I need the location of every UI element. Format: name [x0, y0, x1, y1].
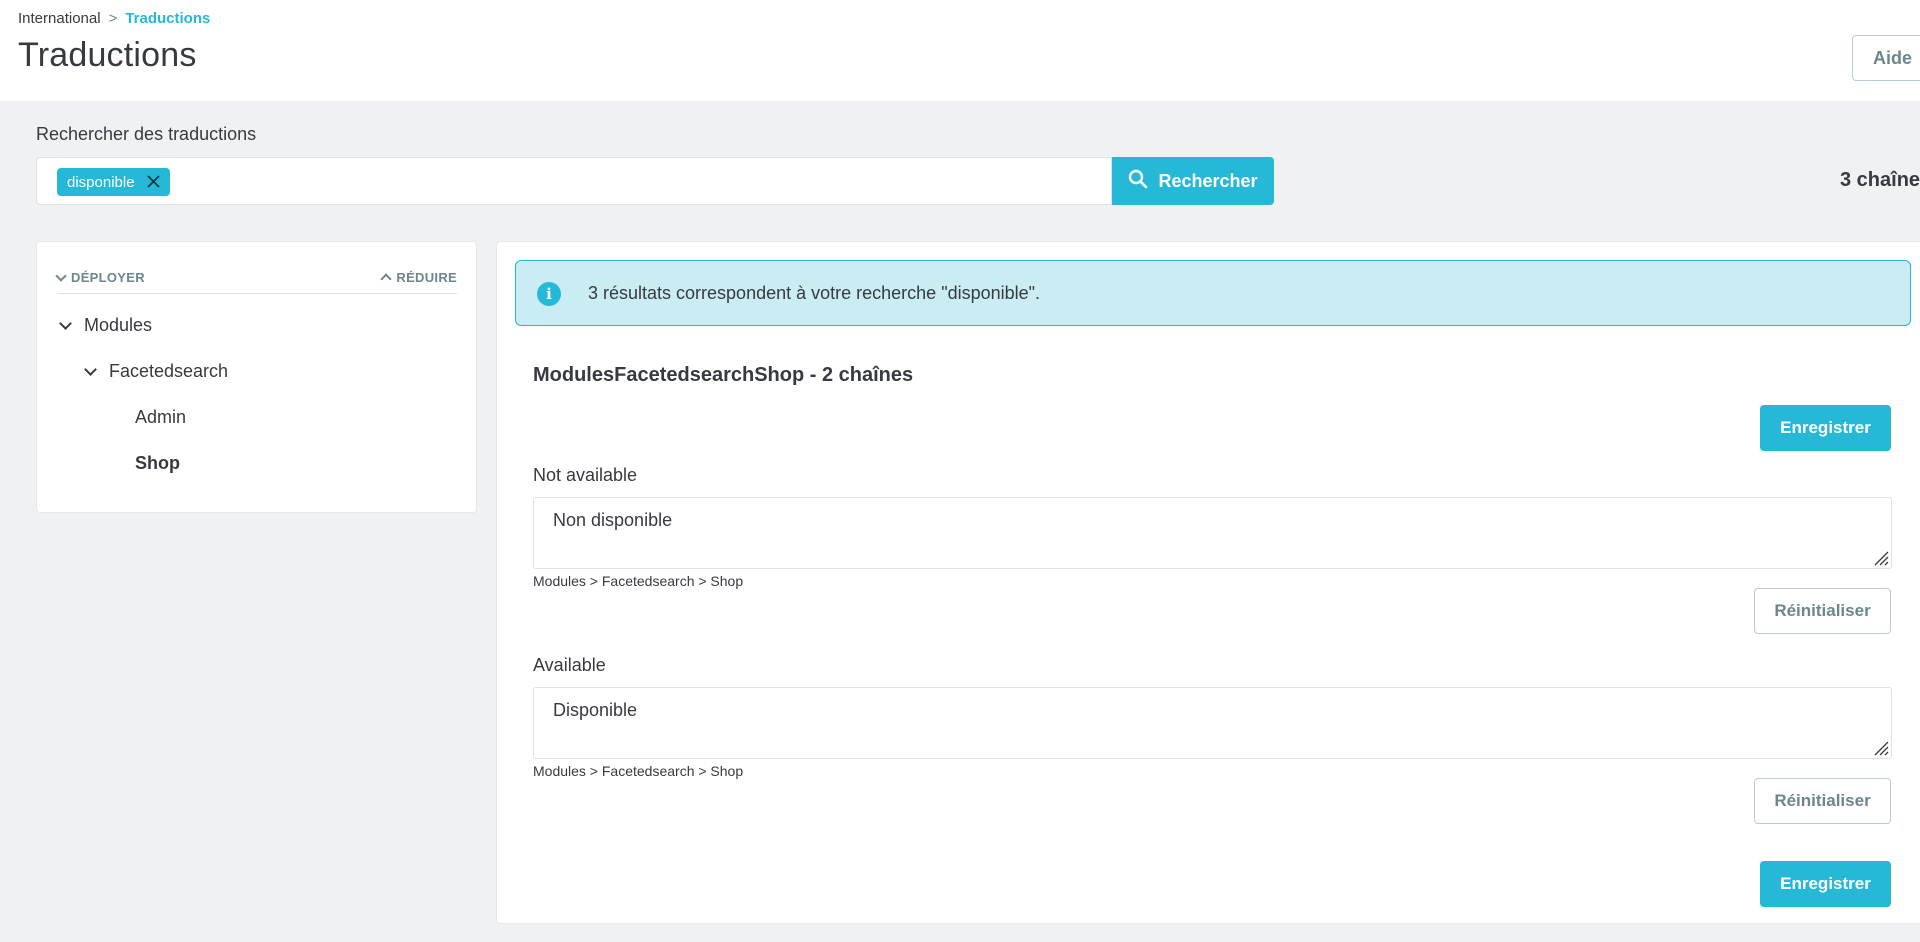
translation-textarea-available[interactable]: Disponible — [533, 687, 1892, 759]
tree-item-label: Facetedsearch — [109, 361, 229, 381]
breadcrumb: International > Traductions — [18, 8, 210, 28]
expand-all-label: DÉPLOYER — [71, 270, 145, 285]
expand-all-button[interactable]: DÉPLOYER — [55, 269, 145, 285]
page-header: International > Traductions Traductions … — [0, 0, 1920, 101]
chevron-down-icon — [84, 363, 97, 376]
translation-tree-panel: DÉPLOYER RÉDUIRE Modules Facetedsearch A… — [36, 241, 477, 513]
field-path: Modules > Facetedsearch > Shop — [533, 763, 744, 779]
search-button-label: Rechercher — [1158, 170, 1258, 191]
translations-panel: i 3 résultats correspondent à votre rech… — [496, 241, 1920, 924]
search-icon — [1128, 169, 1148, 194]
search-tag-label: disponible — [67, 173, 135, 191]
chevron-down-icon — [59, 317, 72, 330]
resize-grip-icon[interactable] — [1871, 738, 1889, 756]
save-button-bottom[interactable]: Enregistrer — [1760, 861, 1891, 907]
tree-item-label: Modules — [84, 315, 153, 335]
search-button[interactable]: Rechercher — [1112, 157, 1274, 205]
collapse-all-button[interactable]: RÉDUIRE — [380, 270, 457, 285]
search-input[interactable]: disponible — [36, 157, 1112, 205]
section-title: ModulesFacetedsearchShop - 2 chaînes — [533, 364, 914, 386]
chevron-up-icon — [380, 273, 393, 285]
field-path: Modules > Facetedsearch > Shop — [533, 573, 744, 589]
search-label: Rechercher des traductions — [36, 124, 257, 144]
info-icon: i — [537, 282, 561, 306]
field-label-available: Available — [533, 655, 606, 675]
field-label-not-available: Not available — [533, 465, 638, 485]
alert-message: 3 résultats correspondent à votre recher… — [588, 283, 1041, 303]
save-button-top[interactable]: Enregistrer — [1760, 405, 1891, 451]
info-alert: i 3 résultats correspondent à votre rech… — [515, 260, 1911, 326]
tree-item-label: Shop — [135, 453, 180, 473]
result-count: 3 chaînes — [1840, 169, 1920, 191]
tree-item-shop[interactable]: Shop — [135, 453, 180, 474]
tree-item-facetedsearch[interactable]: Facetedsearch — [84, 361, 229, 382]
breadcrumb-item-international[interactable]: International — [18, 10, 101, 27]
close-icon[interactable] — [146, 172, 160, 192]
reset-button[interactable]: Réinitialiser — [1754, 778, 1891, 824]
help-button[interactable]: Aide — [1852, 35, 1920, 81]
translation-textarea-not-available[interactable]: Non disponible — [533, 497, 1892, 569]
tree-item-modules[interactable]: Modules — [59, 315, 153, 336]
chevron-down-icon — [55, 269, 67, 282]
collapse-all-label: RÉDUIRE — [396, 270, 457, 285]
translation-value: Non disponible — [553, 510, 673, 530]
search-tag: disponible — [57, 168, 170, 196]
breadcrumb-separator: > — [108, 9, 118, 27]
tree-item-admin[interactable]: Admin — [135, 407, 186, 428]
reset-button[interactable]: Réinitialiser — [1754, 588, 1891, 634]
page-title: Traductions — [18, 36, 197, 74]
tree-actions: DÉPLOYER RÉDUIRE — [55, 266, 457, 294]
translation-value: Disponible — [553, 700, 638, 720]
breadcrumb-item-current[interactable]: Traductions — [125, 10, 210, 27]
resize-grip-icon[interactable] — [1871, 548, 1889, 566]
tree-item-label: Admin — [135, 407, 187, 427]
